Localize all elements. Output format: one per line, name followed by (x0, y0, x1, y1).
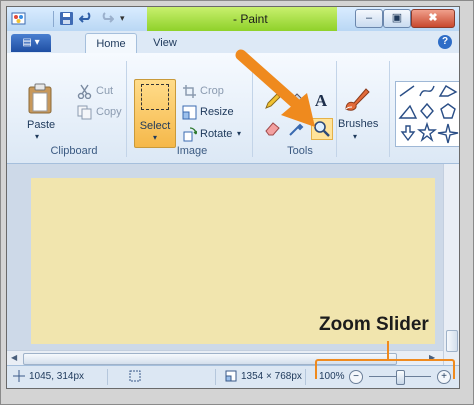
paint-window: ▾ - Paint – ▣ ✖ ▤ ▾ Home View ? Paste ▾ … (6, 6, 460, 389)
ribbon-separator (336, 61, 337, 157)
brushes-dropdown-icon[interactable]: ▾ (353, 132, 357, 141)
ribbon-tab-row: ▤ ▾ Home View ? (7, 31, 459, 54)
crop-button-label[interactable]: Crop (200, 85, 224, 97)
selection-size-icon (129, 370, 141, 382)
triangle-shape-icon (398, 104, 418, 119)
resize-icon (182, 105, 197, 120)
diamond-shape-icon (420, 102, 434, 120)
paste-icon[interactable] (27, 83, 53, 115)
brushes-button-label[interactable]: Brushes (338, 118, 378, 130)
minimize-button[interactable]: – (355, 9, 383, 28)
brushes-icon[interactable] (342, 83, 372, 113)
redo-icon[interactable] (99, 11, 114, 26)
copy-button-label[interactable]: Copy (96, 106, 122, 118)
select-dropdown-icon: ▾ (152, 133, 157, 142)
save-icon[interactable] (59, 11, 74, 26)
paint-menu-button[interactable]: ▤ ▾ (11, 34, 51, 52)
rotate-icon (183, 127, 197, 142)
zoom-slider-pointer (387, 341, 389, 361)
pentagon-shape-icon (440, 103, 456, 119)
four-point-star-shape-icon (437, 123, 459, 144)
scroll-left-icon[interactable]: ◀ (11, 353, 17, 362)
title-bar: ▾ - Paint – ▣ ✖ (7, 7, 459, 31)
clipboard-group-label: Clipboard (50, 145, 98, 157)
ribbon: Paste ▾ Cut Copy Clipboard Select ▾ Crop (7, 53, 459, 164)
curve-shape-icon (419, 85, 435, 97)
resize-button-label[interactable]: Resize (200, 106, 234, 118)
paste-dropdown-icon[interactable]: ▾ (35, 132, 39, 141)
star-shape-icon (417, 121, 437, 143)
crop-icon (183, 85, 196, 98)
cursor-position: 1045, 314px (29, 371, 85, 382)
maximize-button[interactable]: ▣ (383, 9, 411, 28)
select-button-label: Select (139, 120, 171, 132)
image-size: 1354 × 768px (241, 371, 302, 382)
zoom-slider-highlight (315, 359, 455, 379)
image-size-icon (225, 370, 237, 382)
select-button[interactable]: Select ▾ (134, 79, 176, 148)
cursor-position-icon (13, 370, 25, 382)
close-button[interactable]: ✖ (411, 9, 455, 28)
cut-button-label[interactable]: Cut (96, 85, 113, 97)
quick-access-dropdown-icon[interactable]: ▾ (120, 13, 125, 24)
paste-button-label[interactable]: Paste (27, 119, 55, 131)
line-shape-icon (399, 85, 415, 97)
annotation-arrow-icon (235, 49, 315, 127)
ribbon-separator (389, 61, 390, 157)
tab-home[interactable]: Home (85, 33, 137, 54)
window-title: - Paint (233, 12, 268, 26)
vertical-scrollbar-thumb[interactable] (446, 330, 458, 352)
paint-app-icon[interactable] (11, 11, 26, 26)
cut-icon (77, 84, 92, 99)
quick-access-separator (53, 11, 54, 27)
tab-view[interactable]: View (145, 33, 185, 53)
status-separator (305, 369, 306, 385)
ribbon-separator (126, 61, 127, 157)
tools-group-label: Tools (287, 145, 313, 157)
undo-icon[interactable] (79, 11, 94, 26)
status-separator (215, 369, 216, 385)
polygon-shape-icon (438, 85, 458, 97)
zoom-slider-callout: Zoom Slider (319, 314, 429, 335)
select-icon (141, 84, 169, 110)
shapes-gallery-icons (398, 85, 459, 144)
image-group-label: Image (176, 145, 208, 157)
status-separator (107, 369, 108, 385)
shapes-gallery[interactable] (395, 81, 459, 147)
arrow-down-shape-icon (400, 125, 416, 142)
copy-icon (77, 105, 92, 120)
rotate-button-label[interactable]: Rotate (200, 128, 232, 140)
help-icon[interactable]: ? (438, 35, 452, 49)
vertical-scrollbar[interactable] (443, 164, 459, 365)
